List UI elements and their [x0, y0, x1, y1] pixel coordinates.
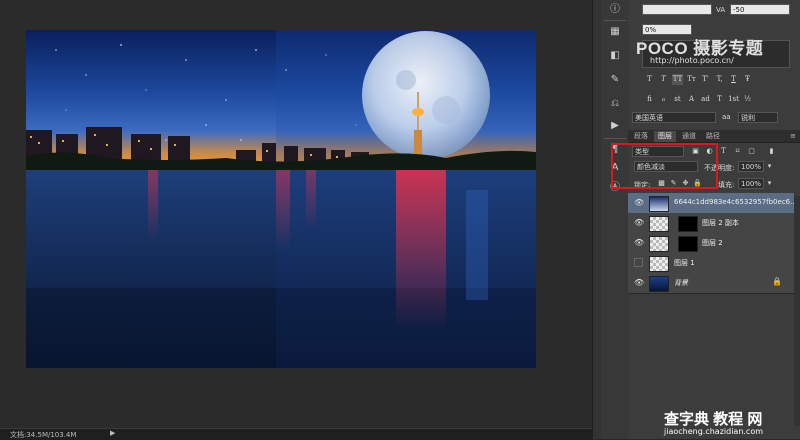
swatches-icon[interactable]: ▦	[607, 24, 623, 40]
layer-filter-kind-select[interactable]: 类型	[632, 146, 684, 157]
lock-label: 锁定:	[634, 181, 651, 189]
tab-channels[interactable]: 通道	[678, 131, 700, 142]
site-url: jiaocheng.chazidian.com	[664, 427, 764, 436]
filter-pixel-icon[interactable]: ▣	[690, 146, 701, 157]
faux-bold-button[interactable]: T	[644, 74, 655, 85]
info-icon[interactable]: ⓘ	[607, 2, 623, 18]
opacity-field[interactable]: 100%	[738, 161, 764, 172]
image-canvas[interactable]	[26, 30, 536, 368]
brush-presets-icon[interactable]: ✎	[607, 72, 623, 88]
filter-smart-object-icon[interactable]: ▢	[746, 146, 757, 157]
status-bar: 文档:34.5M/103.4M ▶	[0, 428, 592, 440]
document-workspace[interactable]	[0, 0, 592, 428]
poco-watermark-url: http://photo.poco.cn/	[650, 56, 734, 65]
layer-thumbnail	[649, 216, 669, 232]
layer-row[interactable]: 👁 6644c1dd983e4c6532957fb0ec6...	[628, 193, 797, 214]
ordinal-button[interactable]: 1st	[728, 94, 739, 105]
layer-name[interactable]: 背景	[674, 278, 688, 288]
discretionary-ligature-button[interactable]: st	[672, 94, 683, 105]
antialias-icon: aa	[722, 113, 731, 121]
layer-row[interactable]: 👁 图层 2	[628, 233, 794, 254]
filter-adjustment-icon[interactable]: ◐	[704, 146, 715, 157]
fill-label: 填充:	[718, 181, 735, 189]
visibility-toggle-off[interactable]	[634, 258, 643, 267]
layer-name[interactable]: 图层 2 副本	[702, 218, 739, 228]
language-select[interactable]: 美国英语	[632, 112, 716, 123]
night-city-photo	[26, 30, 536, 368]
tracking-field[interactable]: -50	[730, 4, 790, 15]
layer-name[interactable]: 图层 2	[702, 238, 723, 248]
underline-button[interactable]: T	[728, 74, 739, 85]
lock-position-icon[interactable]: ✥	[680, 178, 691, 189]
panel-icon-strip: ⓘ ▦ ◧ ✎ ⎌ ▶ ¶ A Ⓐ	[601, 0, 629, 439]
small-caps-button[interactable]: Tт	[686, 74, 697, 85]
layer-name[interactable]: 图层 1	[674, 258, 695, 268]
opacity-dropdown-icon[interactable]: ▾	[764, 161, 775, 172]
paragraph-icon[interactable]: ¶	[607, 142, 623, 158]
visibility-eye-icon[interactable]: 👁	[634, 218, 644, 227]
fraction-button[interactable]: ½	[742, 94, 753, 105]
fill-field[interactable]: 100%	[738, 178, 764, 189]
antialias-select[interactable]: 锐利	[738, 112, 778, 123]
visibility-eye-icon[interactable]: 👁	[634, 238, 644, 247]
tab-paths[interactable]: 路径	[702, 131, 724, 142]
lock-transparent-icon[interactable]: ▩	[656, 178, 667, 189]
lock-image-icon[interactable]: ✎	[668, 178, 679, 189]
faux-italic-button[interactable]: T	[658, 74, 669, 85]
opacity-label: 不透明度:	[704, 164, 735, 172]
status-menu-arrow-icon[interactable]: ▶	[110, 429, 115, 437]
layer-thumbnail	[649, 276, 669, 292]
history-icon[interactable]: ⎌	[607, 96, 623, 112]
panel-menu-icon[interactable]: ≡	[786, 131, 800, 142]
layer-row[interactable]: 👁 背景 🔒	[628, 273, 794, 294]
layer-mask-thumbnail	[678, 236, 698, 252]
tab-layers[interactable]: 图层	[654, 131, 676, 142]
tab-paragraph[interactable]: 段落	[630, 131, 652, 142]
subscript-button[interactable]: T,	[714, 74, 725, 85]
stylistic-alt-button[interactable]: ad	[700, 94, 711, 105]
filter-toggle-icon[interactable]: ▮	[766, 146, 777, 157]
swash-button[interactable]: A	[686, 94, 697, 105]
layer-thumbnail	[649, 236, 669, 252]
layer-name[interactable]: 6644c1dd983e4c6532957fb0ec6...	[674, 198, 797, 206]
fill-dropdown-icon[interactable]: ▾	[764, 178, 775, 189]
strikethrough-button[interactable]: Ŧ	[742, 74, 753, 85]
glyph-icon[interactable]: Ⓐ	[607, 180, 623, 196]
layer-thumbnail	[649, 196, 669, 212]
layer-row[interactable]: 👁 图层 2 副本	[628, 213, 794, 234]
vertical-scrollbar[interactable]	[592, 0, 601, 439]
lock-all-icon[interactable]: 🔒	[692, 178, 703, 189]
panel-tab-bar: 段落 图层 通道 路径 ≡	[628, 130, 800, 143]
lock-icon: 🔒	[772, 277, 782, 286]
visibility-eye-icon[interactable]: 👁	[634, 198, 644, 207]
tracking-icon: VA	[716, 6, 726, 14]
site-logo: 查字典 教程 网	[664, 411, 763, 428]
filter-shape-icon[interactable]: ⌑	[732, 146, 743, 157]
play-actions-icon[interactable]: ▶	[607, 118, 623, 134]
all-caps-button[interactable]: TT	[672, 74, 683, 85]
ligature-button[interactable]: fi	[644, 94, 655, 105]
titling-button[interactable]: T	[714, 94, 725, 105]
blend-mode-select[interactable]: 颜色减淡	[634, 161, 698, 172]
contextual-alt-button[interactable]: ℴ	[658, 94, 669, 105]
filter-type-icon[interactable]: T	[718, 146, 729, 157]
superscript-button[interactable]: T'	[700, 74, 711, 85]
layers-scrollbar[interactable]	[794, 196, 800, 426]
font-size-field[interactable]	[642, 4, 712, 15]
visibility-eye-icon[interactable]: 👁	[634, 278, 644, 287]
layer-thumbnail	[649, 256, 669, 272]
character-icon[interactable]: A	[607, 160, 623, 176]
layer-row[interactable]: 图层 1	[628, 253, 794, 274]
layer-mask-thumbnail	[678, 216, 698, 232]
adjustments-icon[interactable]: ◧	[607, 48, 623, 64]
